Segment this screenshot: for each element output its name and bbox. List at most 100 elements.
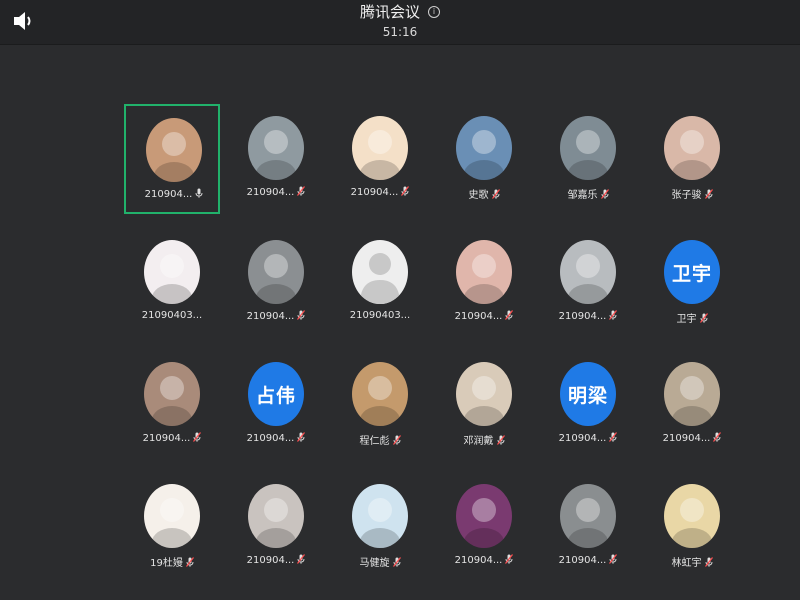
participant-tile[interactable]: 210904... (124, 350, 220, 460)
participant-tile[interactable]: 210904... (332, 104, 428, 214)
participant-tile[interactable]: 卫宇 卫宇 (644, 228, 740, 338)
participant-name-row: 210904... (540, 310, 636, 322)
participant-tile[interactable]: 史歌 (436, 104, 532, 214)
participant-name: 210904... (246, 433, 295, 444)
participant-avatar (560, 240, 616, 304)
photo-placeholder (464, 254, 504, 304)
participant-name-row: 史歌 (436, 186, 532, 201)
participant-tile[interactable]: 210904... (644, 350, 740, 460)
participant-name: 张子骏 (671, 190, 702, 201)
participant-avatar (456, 362, 512, 426)
participant-name-row: 张子骏 (644, 186, 740, 201)
participant-grid: 210904... 210904... 210904... 史歌 邹嘉乐 张子骏 21090… (0, 0, 800, 600)
participant-avatar-text: 明梁 (560, 362, 616, 426)
participant-tile[interactable]: 林虹宇 (644, 472, 740, 582)
photo-placeholder (152, 498, 192, 548)
participant-name-row: 210904... (228, 432, 324, 444)
participant-name: 210904... (246, 555, 295, 566)
photo-placeholder (256, 254, 296, 304)
participant-tile[interactable]: 占伟 210904... (228, 350, 324, 460)
mic-muted-icon (401, 186, 410, 196)
photo-placeholder (154, 132, 194, 182)
person-silhouette-icon (360, 253, 400, 304)
photo-placeholder (464, 130, 504, 180)
photo-placeholder (464, 376, 504, 426)
participant-name: 邹嘉乐 (567, 190, 598, 201)
mic-muted-icon (505, 310, 514, 320)
mic-muted-icon (297, 186, 306, 196)
mic-muted-icon (704, 189, 713, 199)
participant-name: 马健旋 (359, 558, 390, 569)
mic-icon (195, 188, 203, 198)
photo-placeholder (672, 376, 712, 426)
participant-tile[interactable]: 马健旋 (332, 472, 428, 582)
participant-name-row: 210904... (644, 432, 740, 444)
photo-placeholder (256, 498, 296, 548)
mic-muted-icon (600, 189, 609, 199)
photo-placeholder (256, 130, 296, 180)
photo-placeholder (568, 130, 608, 180)
participant-avatar (456, 240, 512, 304)
participant-tile[interactable]: 19杜嫚 (124, 472, 220, 582)
participant-name: 210904... (246, 311, 295, 322)
participant-name: 21090403... (349, 310, 411, 321)
participant-name-row: 林虹宇 (644, 554, 740, 569)
participant-avatar (560, 116, 616, 180)
photo-placeholder (568, 498, 608, 548)
participant-tile[interactable]: 210904... (228, 228, 324, 338)
mic-muted-icon (609, 554, 618, 564)
participant-tile[interactable]: 210904... (540, 472, 636, 582)
participant-avatar (146, 118, 202, 182)
mic-muted-icon (392, 557, 401, 567)
mic-muted-icon (491, 189, 500, 199)
participant-avatar (456, 116, 512, 180)
participant-name: 史歌 (468, 190, 489, 201)
participant-tile[interactable]: 邹嘉乐 (540, 104, 636, 214)
participant-name: 210904... (350, 187, 399, 198)
participant-tile[interactable]: 210904... (228, 104, 324, 214)
photo-placeholder (152, 254, 192, 304)
photo-placeholder (360, 376, 400, 426)
participant-tile[interactable]: 210904... (228, 472, 324, 582)
mic-muted-icon (609, 432, 618, 442)
participant-tile[interactable]: 210904... (436, 472, 532, 582)
participant-avatar (248, 116, 304, 180)
mic-muted-icon (185, 557, 194, 567)
photo-placeholder (152, 376, 192, 426)
participant-avatar (248, 240, 304, 304)
participant-avatar (248, 484, 304, 548)
participant-tile[interactable]: 21090403... (124, 228, 220, 338)
participant-name: 程仁彪 (359, 436, 390, 447)
participant-name: 210904... (144, 189, 193, 200)
participant-avatar (560, 484, 616, 548)
participant-tile[interactable]: 210904... (124, 104, 220, 214)
participant-name-row: 210904... (228, 310, 324, 322)
default-avatar-icon (352, 240, 408, 304)
participant-tile[interactable]: 210904... (540, 228, 636, 338)
participant-avatar (664, 362, 720, 426)
participant-name: 19杜嫚 (150, 558, 183, 569)
mic-muted-icon (297, 554, 306, 564)
photo-placeholder (360, 130, 400, 180)
participant-name-row: 210904... (540, 554, 636, 566)
mic-muted-icon (496, 435, 505, 445)
participant-name: 210904... (662, 433, 711, 444)
photo-placeholder (360, 498, 400, 548)
participant-tile[interactable]: 邓润戴 (436, 350, 532, 460)
avatar-initials: 卫宇 (671, 262, 712, 285)
participant-tile[interactable]: 210904... (436, 228, 532, 338)
participant-tile[interactable]: 张子骏 (644, 104, 740, 214)
participant-avatar (352, 362, 408, 426)
participant-avatar (352, 484, 408, 548)
participant-name-row: 210904... (124, 432, 220, 444)
participant-tile[interactable]: 明梁 210904... (540, 350, 636, 460)
participant-name-row: 210904... (436, 554, 532, 566)
participant-name-row: 210904... (126, 188, 222, 200)
mic-muted-icon (713, 432, 722, 442)
participant-name-row: 210904... (228, 554, 324, 566)
mic-muted-icon (193, 432, 202, 442)
mic-muted-icon (297, 310, 306, 320)
participant-name: 210904... (454, 555, 503, 566)
participant-tile[interactable]: 程仁彪 (332, 350, 428, 460)
participant-tile[interactable]: 21090403... (332, 228, 428, 338)
